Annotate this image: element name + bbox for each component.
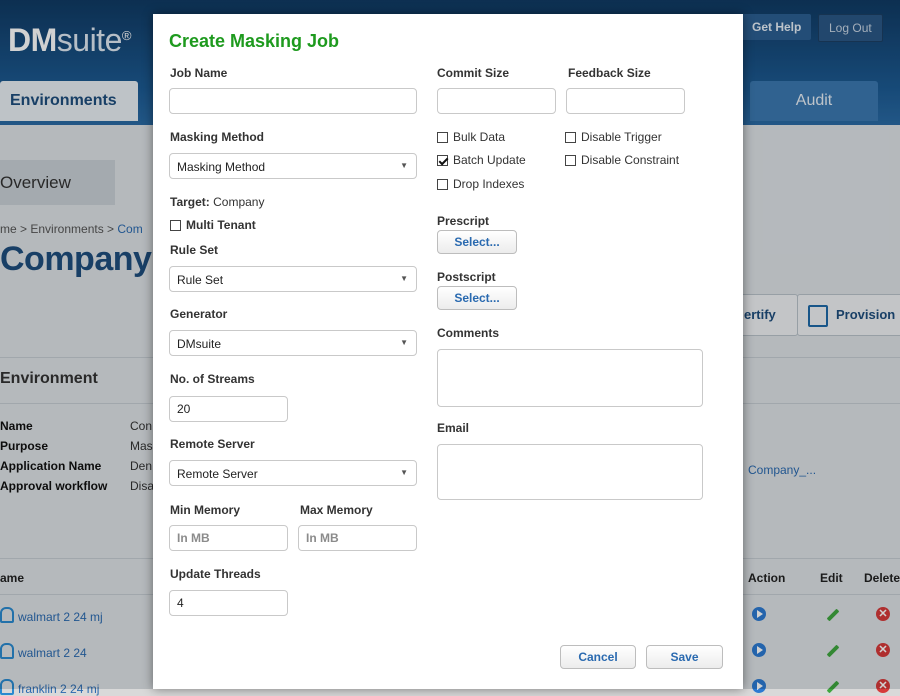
- masking-method-label: Masking Method: [170, 130, 265, 144]
- select-value: Rule Set: [177, 273, 224, 287]
- dropdown-arrow-icon: ▼: [400, 161, 408, 170]
- dropdown-arrow-icon: ▼: [400, 274, 408, 283]
- select-value: Remote Server: [177, 467, 258, 481]
- dropdown-arrow-icon: ▼: [400, 468, 408, 477]
- postscript-label: Postscript: [437, 270, 496, 284]
- rule-set-select[interactable]: Rule Set ▼: [169, 266, 417, 292]
- commit-size-input[interactable]: [437, 88, 556, 114]
- job-name-input[interactable]: [169, 88, 417, 114]
- max-memory-input[interactable]: [298, 525, 417, 551]
- batch-update-checkbox[interactable]: Batch Update: [437, 153, 526, 167]
- disable-constraint-checkbox[interactable]: Disable Constraint: [565, 153, 679, 167]
- drop-indexes-checkbox[interactable]: Drop Indexes: [437, 177, 524, 191]
- comments-label: Comments: [437, 326, 500, 340]
- feedback-size-input[interactable]: [566, 88, 685, 114]
- update-threads-label: Update Threads: [170, 567, 261, 581]
- max-memory-label: Max Memory: [300, 503, 373, 517]
- dialog-title: Create Masking Job: [169, 31, 340, 51]
- checkbox-icon: [437, 131, 448, 143]
- email-label: Email: [437, 421, 470, 435]
- prescript-label: Prescript: [437, 214, 490, 228]
- checkbox-icon: [437, 178, 448, 190]
- remote-server-select[interactable]: Remote Server ▼: [169, 460, 417, 486]
- commit-size-label: Commit Size: [437, 66, 510, 80]
- prescript-select-button[interactable]: Select...: [437, 230, 517, 254]
- postscript-select-button[interactable]: Select...: [437, 286, 517, 310]
- bulk-data-checkbox[interactable]: Bulk Data: [437, 130, 505, 144]
- checkbox-checked-icon: [437, 154, 448, 166]
- checkbox-icon: [565, 131, 576, 143]
- generator-label: Generator: [170, 307, 228, 321]
- multi-tenant-checkbox[interactable]: Multi Tenant: [170, 218, 256, 232]
- rule-set-label: Rule Set: [170, 243, 219, 257]
- select-value: DMsuite: [177, 337, 222, 351]
- remote-server-label: Remote Server: [170, 437, 255, 451]
- dropdown-arrow-icon: ▼: [400, 338, 408, 347]
- disable-trigger-checkbox[interactable]: Disable Trigger: [565, 130, 662, 144]
- comments-textarea[interactable]: [437, 349, 703, 407]
- save-button[interactable]: Save: [646, 645, 723, 669]
- email-textarea[interactable]: [437, 444, 703, 500]
- create-masking-job-dialog: Create Masking Job Job Name Masking Meth…: [153, 14, 743, 689]
- min-memory-label: Min Memory: [170, 503, 241, 517]
- generator-select[interactable]: DMsuite ▼: [169, 330, 417, 356]
- checkbox-icon: [170, 219, 181, 231]
- min-memory-input[interactable]: [169, 525, 288, 551]
- job-name-label: Job Name: [170, 66, 228, 80]
- select-value: Masking Method: [177, 160, 266, 174]
- streams-input[interactable]: [169, 396, 288, 422]
- update-threads-input[interactable]: [169, 590, 288, 616]
- masking-method-select[interactable]: Masking Method ▼: [169, 153, 417, 179]
- cancel-button[interactable]: Cancel: [560, 645, 636, 669]
- checkbox-icon: [565, 154, 576, 166]
- target-text: Target: Company: [170, 195, 265, 209]
- feedback-size-label: Feedback Size: [568, 66, 651, 80]
- streams-label: No. of Streams: [170, 372, 255, 386]
